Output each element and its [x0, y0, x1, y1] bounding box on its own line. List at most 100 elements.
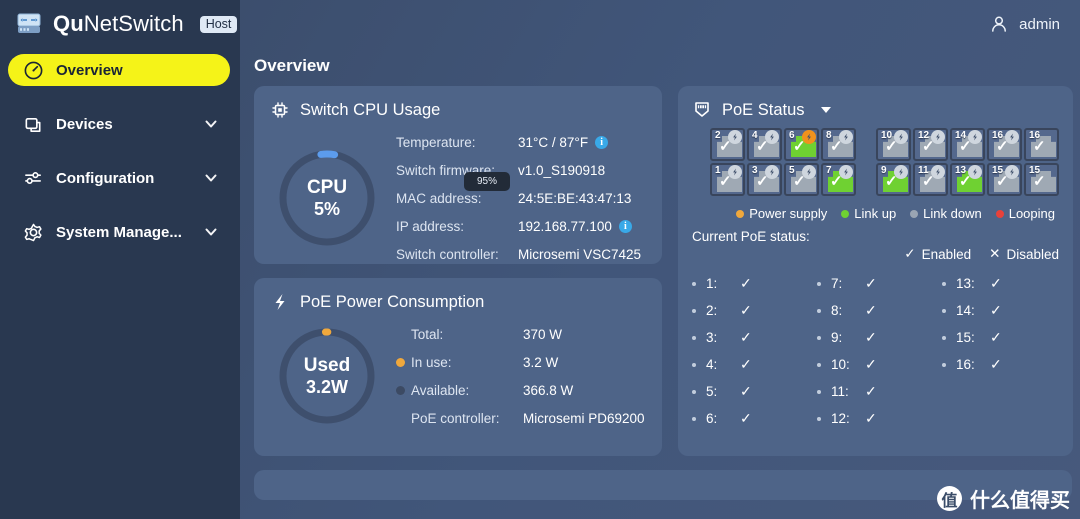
port-13[interactable]: 13 ✓ [950, 163, 985, 196]
cpu-donut-line2: 5% [313, 198, 340, 219]
user-name[interactable]: admin [1019, 16, 1060, 33]
lightning-icon [270, 292, 290, 312]
power-bolt-icon [839, 165, 853, 179]
port-status-item-14[interactable]: 14: ✓ [942, 297, 1059, 324]
cpu-donut-row: CPU 5% Temperature: 31°C / 87°F i Switch… [270, 128, 646, 268]
port-status-item-12[interactable]: 12: ✓ [817, 405, 934, 432]
stat-row-temperature: Temperature: 31°C / 87°F i [396, 128, 646, 156]
power-bolt-icon [1005, 165, 1019, 179]
port-14[interactable]: 14 ✓ [950, 128, 985, 161]
port-3[interactable]: 3 ✓ [747, 163, 782, 196]
port-status-item-15[interactable]: 15: ✓ [942, 324, 1059, 351]
port-status-item-9[interactable]: 9: ✓ [817, 324, 934, 351]
card-header[interactable]: PoE Status [692, 100, 1059, 120]
chevron-down-icon[interactable] [820, 107, 831, 113]
port-11[interactable]: 11 ✓ [913, 163, 948, 196]
port-16[interactable]: 16 ✓ [987, 128, 1022, 161]
switch-cpu-usage-card: Switch CPU Usage CPU 5% Temperature: 31°… [254, 86, 662, 264]
port-4[interactable]: 4 ✓ [747, 128, 782, 161]
port-number: 9 [881, 165, 887, 176]
port-number: 10 [881, 130, 893, 141]
port-15[interactable]: 15 ✓ [1024, 163, 1059, 196]
port-number: 1: [706, 276, 718, 291]
left-column: Switch CPU Usage CPU 5% Temperature: 31°… [254, 86, 662, 470]
port-status-item-6[interactable]: 6: ✓ [692, 405, 809, 432]
watermark-badge: 值 [937, 486, 962, 511]
port-status-item-4[interactable]: 4: ✓ [692, 351, 809, 378]
brand-header: QuNetSwitch Host [0, 0, 240, 48]
user-icon[interactable] [989, 14, 1009, 34]
port-number: 14 [955, 130, 967, 141]
key-disabled-label: Disabled [1006, 246, 1059, 262]
port-9[interactable]: 9 ✓ [876, 163, 911, 196]
check-icon: ✓ [740, 410, 752, 426]
poe-usage-donut: Used 3.2W [274, 323, 380, 429]
info-icon[interactable]: i [595, 135, 609, 149]
stat-value: 3.2 W [523, 354, 559, 370]
port-status-item-5[interactable]: 5: ✓ [692, 378, 809, 405]
port-2[interactable]: 2 ✓ [710, 128, 745, 161]
port-number: 7 [826, 165, 832, 176]
stat-value: Microsemi PD69200 [523, 410, 645, 426]
bullet-icon [942, 362, 946, 367]
info-icon[interactable]: i [618, 219, 632, 233]
port-status-item-16[interactable]: 16: ✓ [942, 351, 1059, 378]
port-1[interactable]: 1 ✓ [710, 163, 745, 196]
sidebar-item-devices[interactable]: Devices [8, 108, 230, 140]
switch-device-icon [14, 10, 44, 38]
sidebar-item-system-management[interactable]: System Manage... [8, 216, 230, 248]
port-bank-2: 10 ✓ 12 ✓ 14 ✓ 16 ✓ 16 ✓ 9 ✓ 11 ✓ 13 ✓ 15 ✓ 15 ✓ [876, 128, 1059, 196]
power-bolt-icon [765, 130, 779, 144]
poe-stats-list: Total: 370 W In use: 3.2 W Available: 36… [386, 320, 646, 432]
port-status-item-7[interactable]: 7: ✓ [817, 270, 934, 297]
power-bolt-icon [1005, 130, 1019, 144]
port-8[interactable]: 8 ✓ [821, 128, 856, 161]
power-bolt-icon [894, 165, 908, 179]
power-bolt-icon [931, 165, 945, 179]
port-number: 4: [706, 357, 718, 372]
port-number: 16 [992, 130, 1004, 141]
cpu-stats-list: Temperature: 31°C / 87°F i Switch firmwa… [386, 128, 646, 268]
port-status-item-8[interactable]: 8: ✓ [817, 297, 934, 324]
poe-donut-row: Used 3.2W Total: 370 W In use: 3.2 W Ava… [270, 320, 646, 432]
port-6[interactable]: 6 ✓ [784, 128, 819, 161]
chevron-down-icon[interactable] [204, 171, 218, 185]
port-number: 8 [826, 130, 832, 141]
key-enabled-label: Enabled [921, 246, 972, 262]
port-12[interactable]: 12 ✓ [913, 128, 948, 161]
port-status-item-2[interactable]: 2: ✓ [692, 297, 809, 324]
port-status-item-1[interactable]: 1: ✓ [692, 270, 809, 297]
legend-label: Looping [1008, 206, 1055, 221]
port-number: 13 [955, 165, 967, 176]
port-7[interactable]: 7 ✓ [821, 163, 856, 196]
gear-icon [22, 221, 44, 243]
port-status-item-11[interactable]: 11: ✓ [817, 378, 934, 405]
current-status-label: Current PoE status: [692, 229, 810, 244]
port-number: 5 [789, 165, 795, 176]
port-status-item-10[interactable]: 10: ✓ [817, 351, 934, 378]
check-icon: ✓ [740, 356, 752, 372]
legend-label: Power supply [749, 206, 828, 221]
gauge-icon [22, 59, 44, 81]
port-16[interactable]: 16 ✓ [1024, 128, 1059, 161]
current-poe-status-line: Current PoE status: [692, 229, 1059, 244]
port-number: 15 [992, 165, 1004, 176]
cpu-donut-label: CPU 5% [274, 145, 380, 251]
power-bolt-icon [728, 130, 742, 144]
check-icon: ✓ [740, 329, 752, 345]
sidebar-item-configuration[interactable]: Configuration [8, 162, 230, 194]
port-number: 3 [752, 165, 758, 176]
port-status-item-13[interactable]: 13: ✓ [942, 270, 1059, 297]
sidebar-item-overview[interactable]: Overview [8, 54, 230, 86]
stat-row-total: Total: 370 W [396, 320, 646, 348]
port-number: 6: [706, 411, 718, 426]
chevron-down-icon[interactable] [204, 117, 218, 131]
port-5[interactable]: 5 ✓ [784, 163, 819, 196]
bullet-icon [942, 281, 946, 286]
port-status-item-3[interactable]: 3: ✓ [692, 324, 809, 351]
port-10[interactable]: 10 ✓ [876, 128, 911, 161]
check-icon: ✓ [865, 329, 877, 345]
port-15[interactable]: 15 ✓ [987, 163, 1022, 196]
rj45-port-icon [692, 100, 712, 120]
chevron-down-icon[interactable] [204, 225, 218, 239]
